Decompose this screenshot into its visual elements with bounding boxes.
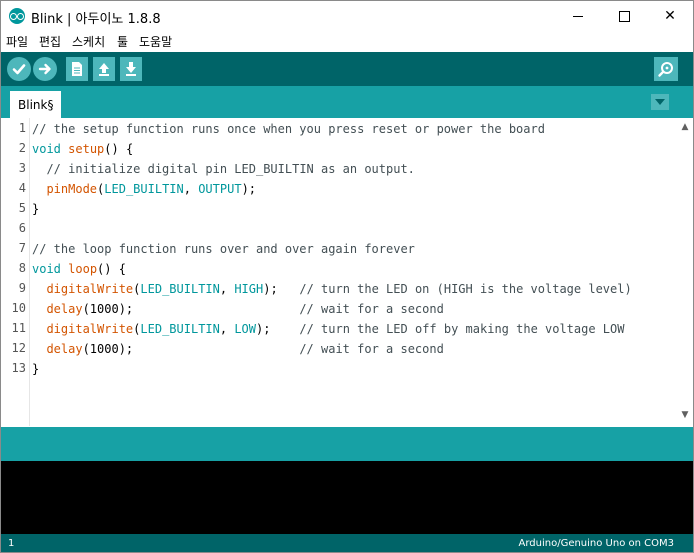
line-number: 8 bbox=[18, 261, 26, 275]
code-line: digitalWrite(LED_BUILTIN, HIGH); // turn… bbox=[46, 282, 632, 296]
code-line: void loop() { bbox=[32, 262, 126, 276]
scroll-up-icon[interactable]: ▲ bbox=[680, 122, 690, 132]
footer-bar: 1 Arduino/Genuino Uno on COM3 bbox=[1, 534, 693, 552]
menu-tools[interactable]: 툴 bbox=[117, 33, 128, 50]
line-number: 5 bbox=[18, 201, 26, 215]
minimize-icon bbox=[573, 15, 583, 17]
tab-blink[interactable]: Blink§ bbox=[10, 91, 62, 118]
line-number: 2 bbox=[18, 141, 26, 155]
code-area[interactable]: // the setup function runs once when you… bbox=[32, 118, 672, 426]
maximize-icon bbox=[618, 10, 630, 22]
minimize-button[interactable] bbox=[555, 1, 601, 31]
line-number: 1 bbox=[18, 121, 26, 135]
maximize-button[interactable] bbox=[601, 1, 647, 31]
line-number: 12 bbox=[11, 341, 26, 355]
console-output[interactable] bbox=[1, 461, 693, 534]
arrow-down-icon bbox=[126, 62, 136, 76]
code-editor[interactable]: 1 2 3 4 5 6 7 8 9 10 11 12 13 // the set… bbox=[1, 118, 693, 426]
verify-button[interactable] bbox=[7, 57, 31, 81]
code-line: // the setup function runs once when you… bbox=[32, 122, 545, 136]
code-line: delay(1000); // wait for a second bbox=[46, 342, 444, 356]
scroll-down-icon[interactable]: ▼ bbox=[680, 410, 690, 420]
tab-menu-button[interactable] bbox=[651, 94, 669, 110]
board-port-label: Arduino/Genuino Uno on COM3 bbox=[518, 538, 675, 549]
close-icon: ✕ bbox=[664, 8, 676, 24]
new-sketch-button[interactable] bbox=[66, 57, 88, 81]
line-number: 13 bbox=[11, 361, 26, 375]
new-file-icon bbox=[72, 62, 82, 76]
line-number: 11 bbox=[11, 321, 26, 335]
menu-sketch[interactable]: 스케치 bbox=[72, 33, 105, 50]
arduino-logo-icon bbox=[9, 8, 25, 24]
menu-edit[interactable]: 편집 bbox=[39, 33, 61, 50]
code-line: delay(1000); // wait for a second bbox=[46, 302, 444, 316]
line-number: 7 bbox=[18, 241, 26, 255]
code-line: // initialize digital pin LED_BUILTIN as… bbox=[46, 162, 415, 176]
arrow-up-icon bbox=[99, 63, 109, 76]
code-line: pinMode(LED_BUILTIN, OUTPUT); bbox=[46, 182, 257, 196]
open-button[interactable] bbox=[93, 57, 115, 81]
title-bar: Blink | 아두이노 1.8.8 ✕ bbox=[1, 1, 693, 31]
vertical-scrollbar[interactable]: ▲ ▼ bbox=[677, 118, 693, 426]
menu-file[interactable]: 파일 bbox=[6, 33, 28, 50]
cursor-line-number: 1 bbox=[8, 538, 15, 549]
status-bar bbox=[1, 427, 693, 461]
menu-bar: 파일 편집 스케치 툴 도움말 bbox=[1, 31, 693, 51]
line-number-gutter: 1 2 3 4 5 6 7 8 9 10 11 12 13 bbox=[1, 118, 30, 426]
line-number: 10 bbox=[11, 301, 26, 315]
line-number: 9 bbox=[18, 281, 26, 295]
arduino-ide-window: Blink | 아두이노 1.8.8 ✕ 파일 편집 스케치 툴 도움말 Bli… bbox=[0, 0, 694, 553]
arrow-right-icon bbox=[38, 63, 51, 75]
upload-button[interactable] bbox=[33, 57, 57, 81]
code-line: digitalWrite(LED_BUILTIN, LOW); // turn … bbox=[46, 322, 625, 336]
toolbar bbox=[1, 52, 693, 86]
code-line: // the loop function runs over and over … bbox=[32, 242, 415, 256]
serial-monitor-button[interactable] bbox=[654, 57, 678, 81]
menu-help[interactable]: 도움말 bbox=[139, 33, 172, 50]
window-title: Blink | 아두이노 1.8.8 bbox=[31, 12, 161, 27]
line-number: 6 bbox=[18, 221, 26, 235]
close-button[interactable]: ✕ bbox=[647, 1, 693, 31]
tab-bar: Blink§ bbox=[1, 86, 693, 118]
code-line: } bbox=[32, 202, 40, 216]
magnifier-icon bbox=[658, 62, 673, 77]
code-line: } bbox=[32, 362, 40, 376]
chevron-down-icon bbox=[655, 99, 665, 105]
line-number: 3 bbox=[18, 161, 26, 175]
check-icon bbox=[12, 64, 26, 75]
code-line: void setup() { bbox=[32, 142, 134, 156]
save-button[interactable] bbox=[120, 57, 142, 81]
line-number: 4 bbox=[18, 181, 26, 195]
